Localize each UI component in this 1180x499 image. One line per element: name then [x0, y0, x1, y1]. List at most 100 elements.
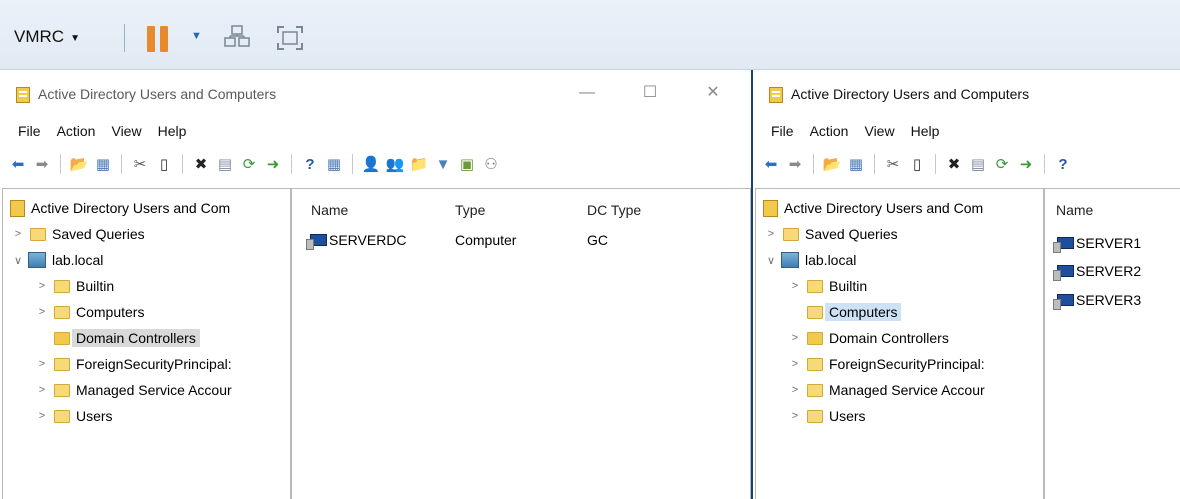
toolbar-separator — [60, 154, 61, 174]
menu-bar: File Action View Help — [10, 123, 194, 139]
delete-icon[interactable]: ✖ — [944, 154, 964, 174]
show-action-pane-icon[interactable]: ▦ — [324, 154, 344, 174]
add-to-group-icon[interactable]: ⚇ — [481, 154, 501, 174]
refresh-icon[interactable]: ⟳ — [239, 154, 259, 174]
fullscreen-icon[interactable] — [276, 25, 304, 51]
show-console-tree-icon[interactable]: ▦ — [93, 154, 113, 174]
export-list-icon[interactable]: ➜ — [263, 154, 283, 174]
help-icon[interactable]: ? — [1053, 154, 1073, 174]
folder-icon — [30, 227, 46, 241]
chevron-right-icon[interactable]: > — [34, 280, 50, 292]
toolbar-separator — [182, 154, 183, 174]
folder-icon — [807, 383, 823, 397]
table-row[interactable]: SERVERDC — [306, 232, 407, 250]
pause-icon[interactable] — [147, 26, 169, 52]
tree-item-users[interactable]: > Users — [10, 403, 288, 429]
folder-icon — [54, 279, 70, 293]
forward-arrow-icon[interactable]: ➡ — [785, 154, 805, 174]
chevron-right-icon[interactable]: > — [34, 410, 50, 422]
chevron-down-icon: ▼ — [70, 32, 80, 44]
tree-item-domain-controllers[interactable]: > Domain Controllers — [763, 325, 1041, 351]
maximize-button[interactable]: ☐ — [635, 80, 665, 106]
toolbar-separator — [1044, 154, 1045, 174]
tree-item-domain-controllers[interactable]: Domain Controllers — [10, 325, 288, 351]
chevron-right-icon[interactable]: > — [34, 384, 50, 396]
chevron-right-icon[interactable]: > — [34, 358, 50, 370]
menu-file[interactable]: File — [10, 123, 49, 139]
chevron-right-icon[interactable]: > — [787, 332, 803, 344]
column-header-dc-type[interactable]: DC Type — [587, 202, 641, 218]
console-tree: Active Directory Users and Com > Saved Qu… — [10, 195, 288, 429]
aduc-window-left: Active Directory Users and Computers — ☐… — [0, 70, 751, 499]
tree-item-saved-queries[interactable]: > Saved Queries — [763, 221, 1041, 247]
forward-arrow-icon[interactable]: ➡ — [32, 154, 52, 174]
refresh-icon[interactable]: ⟳ — [992, 154, 1012, 174]
help-icon[interactable]: ? — [300, 154, 320, 174]
tree-item-lab-local[interactable]: ∨ lab.local — [763, 247, 1041, 273]
chevron-right-icon[interactable]: > — [787, 280, 803, 292]
menu-view[interactable]: View — [103, 123, 149, 139]
tree-item-computers[interactable]: > Computers — [10, 299, 288, 325]
tree-root[interactable]: Active Directory Users and Com — [763, 195, 1041, 221]
show-console-tree-icon[interactable]: ▦ — [846, 154, 866, 174]
tree-item-managed-service-accounts[interactable]: > Managed Service Accour — [10, 377, 288, 403]
up-folder-icon[interactable]: 📂 — [822, 154, 842, 174]
copy-icon[interactable]: ▯ — [907, 154, 927, 174]
minimize-button[interactable]: — — [572, 80, 602, 106]
copy-icon[interactable]: ▯ — [154, 154, 174, 174]
chevron-right-icon[interactable]: > — [34, 306, 50, 318]
chevron-right-icon[interactable]: > — [10, 228, 26, 240]
toolbar-separator — [124, 24, 125, 52]
aduc-root-icon — [10, 199, 25, 217]
send-ctrl-alt-del-icon[interactable] — [224, 25, 250, 51]
tree-item-builtin[interactable]: > Builtin — [763, 273, 1041, 299]
back-arrow-icon[interactable]: ⬅ — [761, 154, 781, 174]
power-menu-caret-icon[interactable]: ▼ — [191, 30, 202, 42]
new-ou-icon[interactable]: 📁 — [409, 154, 429, 174]
toolbar-separator — [935, 154, 936, 174]
column-header-name[interactable]: Name — [1056, 202, 1093, 218]
export-list-icon[interactable]: ➜ — [1016, 154, 1036, 174]
tree-root[interactable]: Active Directory Users and Com — [10, 195, 288, 221]
tree-item-saved-queries[interactable]: > Saved Queries — [10, 221, 288, 247]
cut-icon[interactable]: ✂ — [883, 154, 903, 174]
up-folder-icon[interactable]: 📂 — [69, 154, 89, 174]
new-group-icon[interactable]: 👥 — [385, 154, 405, 174]
back-arrow-icon[interactable]: ⬅ — [8, 154, 28, 174]
menu-action[interactable]: Action — [802, 123, 857, 139]
chevron-down-icon[interactable]: ∨ — [10, 254, 26, 267]
vmrc-menu-button[interactable]: VMRC ▼ — [14, 27, 80, 47]
menu-help[interactable]: Help — [903, 123, 948, 139]
tree-item-lab-local[interactable]: ∨ lab.local — [10, 247, 288, 273]
delete-icon[interactable]: ✖ — [191, 154, 211, 174]
tree-item-foreign-security-principals[interactable]: > ForeignSecurityPrincipal: — [10, 351, 288, 377]
filter-icon[interactable]: ▼ — [433, 154, 453, 174]
menu-file[interactable]: File — [763, 123, 802, 139]
chevron-right-icon[interactable]: > — [763, 228, 779, 240]
column-header-name[interactable]: Name — [311, 202, 348, 218]
find-icon[interactable]: ▣ — [457, 154, 477, 174]
new-user-icon[interactable]: 👤 — [361, 154, 381, 174]
table-row[interactable]: SERVER1 — [1053, 235, 1141, 253]
tree-item-users[interactable]: > Users — [763, 403, 1041, 429]
column-header-type[interactable]: Type — [455, 202, 485, 218]
tree-item-foreign-security-principals[interactable]: > ForeignSecurityPrincipal: — [763, 351, 1041, 377]
cut-icon[interactable]: ✂ — [130, 154, 150, 174]
chevron-right-icon[interactable]: > — [787, 358, 803, 370]
chevron-right-icon[interactable]: > — [787, 384, 803, 396]
folder-icon — [783, 227, 799, 241]
properties-icon[interactable]: ▤ — [968, 154, 988, 174]
menu-action[interactable]: Action — [49, 123, 104, 139]
chevron-down-icon[interactable]: ∨ — [763, 254, 779, 267]
menu-view[interactable]: View — [856, 123, 902, 139]
properties-icon[interactable]: ▤ — [215, 154, 235, 174]
tree-item-builtin[interactable]: > Builtin — [10, 273, 288, 299]
table-row[interactable]: SERVER3 — [1053, 292, 1141, 310]
tree-item-managed-service-accounts[interactable]: > Managed Service Accour — [763, 377, 1041, 403]
close-button[interactable]: ✕ — [698, 80, 728, 106]
chevron-right-icon[interactable]: > — [787, 410, 803, 422]
menu-help[interactable]: Help — [150, 123, 195, 139]
ou-folder-icon — [807, 331, 823, 345]
table-row[interactable]: SERVER2 — [1053, 263, 1141, 281]
tree-item-computers[interactable]: Computers — [763, 299, 1041, 325]
